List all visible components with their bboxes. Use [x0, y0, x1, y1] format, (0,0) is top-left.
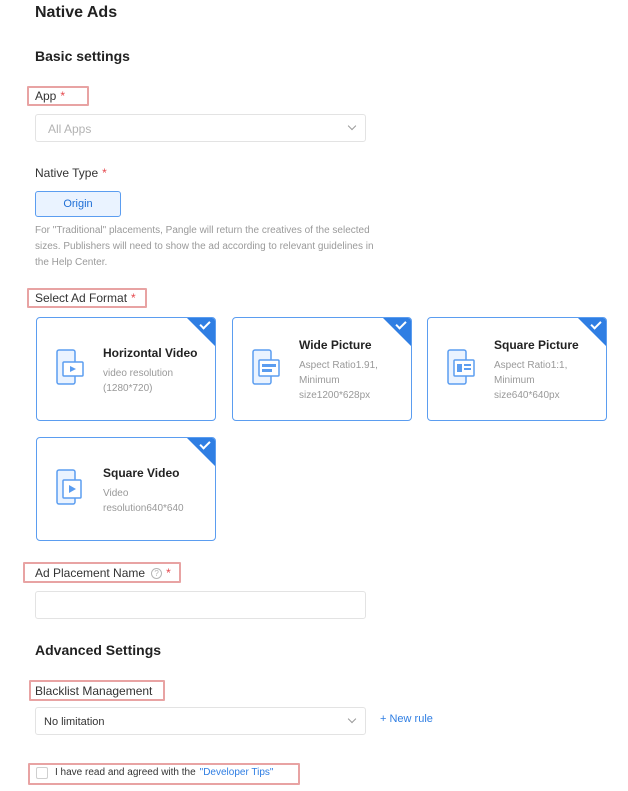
native-type-label-text: Native Type — [35, 166, 99, 180]
origin-button[interactable]: Origin — [35, 191, 121, 217]
blacklist-select-value: No limitation — [44, 716, 105, 728]
placement-label-text: Ad Placement Name — [35, 566, 146, 580]
app-select-value: All Apps — [48, 122, 92, 136]
horizontal-video-icon — [56, 349, 84, 385]
native-type-hint: For "Traditional" placements, Pangle wil… — [35, 225, 374, 268]
app-label: App * — [35, 89, 65, 103]
card-desc: video resolution — [103, 368, 174, 379]
wide-picture-icon — [252, 349, 280, 385]
agreement-text: I have read and agreed with the "Develope… — [55, 767, 273, 778]
chevron-down-icon — [347, 121, 357, 131]
advanced-settings-heading: Advanced Settings — [35, 642, 162, 658]
card-desc: Minimum — [494, 375, 535, 386]
placement-name-input[interactable] — [35, 591, 366, 619]
ad-format-label: Select Ad Format * — [35, 291, 136, 305]
ad-format-card-wide-picture[interactable]: Wide Picture Aspect Ratio1.91, Minimum s… — [232, 317, 412, 421]
square-picture-icon — [447, 349, 475, 385]
card-title: Wide Picture — [299, 338, 372, 352]
page-title: Native Ads — [35, 4, 118, 21]
agreement-label: I have read and agreed with the — [55, 767, 196, 778]
required-mark: * — [166, 566, 171, 580]
app-label-text: App — [35, 89, 57, 103]
basic-settings-heading: Basic settings — [35, 48, 130, 64]
required-mark: * — [131, 291, 136, 305]
required-mark: * — [60, 89, 66, 103]
agreement-checkbox[interactable] — [36, 767, 48, 779]
app-select[interactable]: All Apps — [35, 114, 366, 142]
card-desc: Aspect Ratio1.91, — [299, 360, 378, 371]
developer-tips-link[interactable]: "Developer Tips" — [200, 767, 274, 778]
card-desc: Video — [103, 488, 129, 499]
ad-format-card-square-video[interactable]: Square Video Video resolution640*640 — [36, 437, 216, 541]
blacklist-select[interactable]: No limitation — [35, 707, 366, 735]
card-desc: Minimum — [299, 375, 340, 386]
native-type-label: Native Type * — [35, 166, 107, 180]
placement-label: Ad Placement Name? * — [35, 566, 171, 580]
new-rule-link[interactable]: + New rule — [380, 713, 433, 725]
blacklist-label: Blacklist Management — [35, 684, 153, 698]
card-desc: size640*640px — [494, 390, 560, 401]
chevron-down-icon — [347, 714, 357, 724]
card-title: Horizontal Video — [103, 346, 198, 360]
ad-format-label-text: Select Ad Format — [35, 291, 128, 305]
ad-format-card-square-picture[interactable]: Square Picture Aspect Ratio1:1, Minimum … — [427, 317, 607, 421]
square-video-icon — [56, 469, 82, 505]
required-mark: * — [102, 166, 107, 180]
help-icon[interactable]: ? — [151, 568, 163, 579]
card-desc: Aspect Ratio1:1, — [494, 360, 568, 371]
ad-format-card-horizontal-video[interactable]: Horizontal Video video resolution (1280*… — [36, 317, 216, 421]
card-title: Square Picture — [494, 338, 579, 352]
card-desc: size1200*628px — [299, 390, 371, 401]
card-desc: (1280*720) — [103, 383, 153, 394]
card-title: Square Video — [103, 466, 180, 480]
card-desc: resolution640*640 — [103, 503, 184, 514]
